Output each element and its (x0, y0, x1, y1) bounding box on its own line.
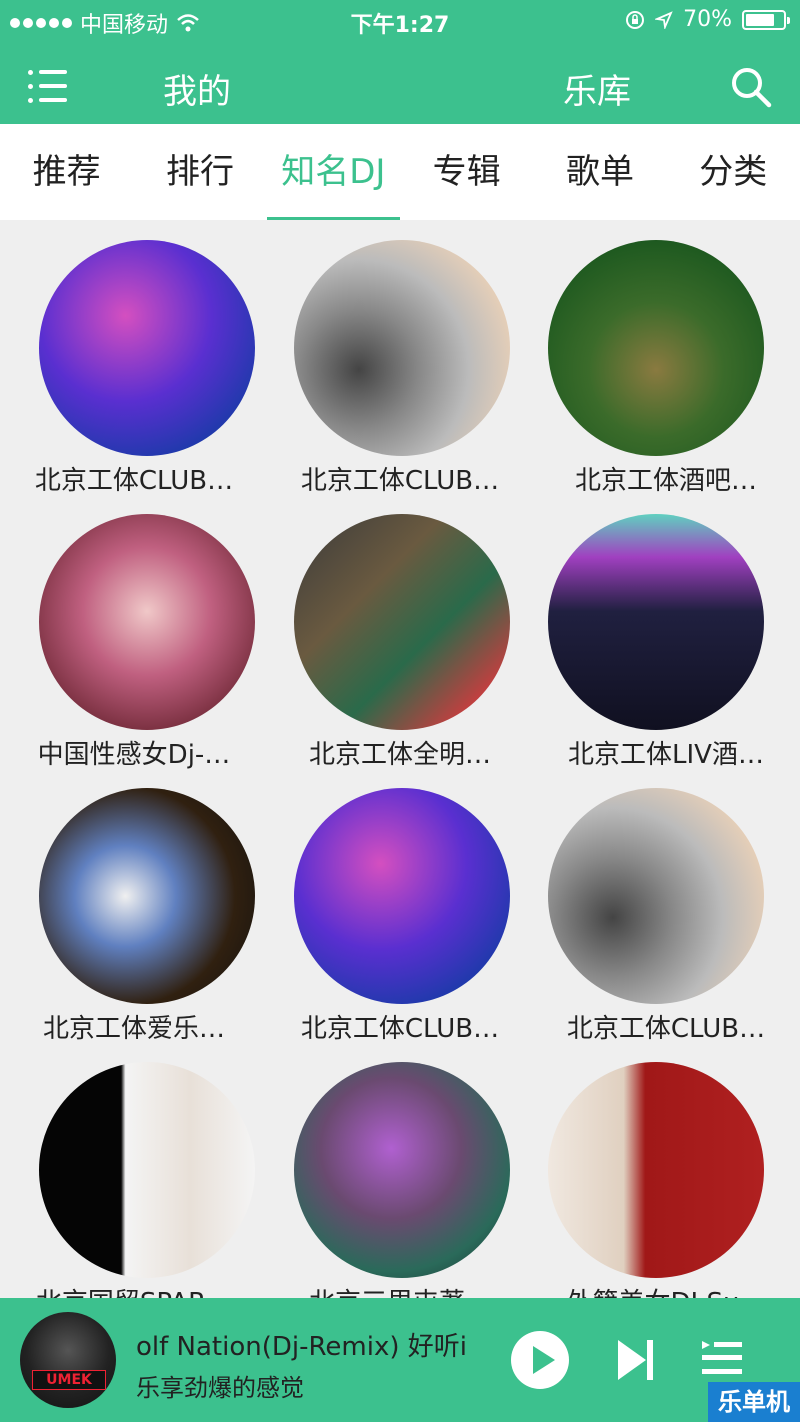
dj-name: 外籍美女DJ Su… (543, 1282, 789, 1298)
album-logo: UMEK (32, 1370, 106, 1390)
dj-card[interactable]: 中国性感女Dj-… (1, 514, 267, 788)
dj-name: 中国性感女Dj-… (37, 740, 231, 770)
dj-card[interactable]: 北京工体酒吧… (533, 240, 799, 514)
dj-card[interactable]: 外籍美女DJ Su… (533, 1062, 799, 1298)
dj-name: 北京工体CLUB… (300, 1014, 500, 1044)
play-icon[interactable] (510, 1330, 570, 1390)
dj-name: 北京工体LIV酒… (568, 740, 764, 770)
dj-avatar[interactable] (294, 514, 510, 730)
dj-card[interactable]: 北京工体CLUB… (1, 240, 267, 514)
dj-name: 北京国贸SPAR… (11, 1282, 257, 1298)
album-art[interactable]: UMEK (20, 1312, 116, 1408)
dj-avatar[interactable] (548, 788, 764, 1004)
track-subtitle: 乐享劲爆的感觉 (136, 1374, 304, 1402)
dj-name: 北京工体CLUB… (34, 466, 234, 496)
dj-name: 北京工体全明… (308, 740, 491, 770)
battery-icon (742, 9, 790, 30)
nav-library[interactable]: 乐库 (563, 64, 631, 113)
dj-card[interactable]: 北京国贸SPAR… (1, 1062, 267, 1298)
tab-recommend[interactable]: 推荐 (0, 124, 133, 220)
dj-name: 北京工体酒吧… (574, 466, 757, 496)
tab-album[interactable]: 专辑 (400, 124, 533, 220)
battery-percent: 70% (683, 7, 732, 32)
next-icon[interactable] (616, 1338, 656, 1382)
dj-avatar[interactable] (294, 240, 510, 456)
track-title: olf Nation(Dj-Remix) 好听i (136, 1332, 467, 1362)
dj-card[interactable]: 北京工体CLUB… (267, 240, 533, 514)
dj-card[interactable]: 北京工体全明… (267, 514, 533, 788)
dj-card[interactable]: 北京工体CLUB… (267, 788, 533, 1062)
nav-mine[interactable]: 我的 (163, 64, 231, 113)
dj-card[interactable]: 北京工体LIV酒… (533, 514, 799, 788)
dj-grid: 北京工体CLUB… 北京工体CLUB… 北京工体酒吧… 中国性感女Dj-… 北京… (0, 220, 800, 1298)
dj-name: 北京三里屯著… (277, 1282, 523, 1298)
dj-avatar[interactable] (39, 240, 255, 456)
dj-avatar[interactable] (548, 240, 764, 456)
menu-icon[interactable] (28, 66, 68, 106)
dj-avatar[interactable] (548, 1062, 764, 1278)
dj-avatar[interactable] (294, 1062, 510, 1278)
queue-icon[interactable] (700, 1338, 744, 1378)
dj-avatar[interactable] (39, 514, 255, 730)
dj-avatar[interactable] (294, 788, 510, 1004)
tab-playlist[interactable]: 歌单 (533, 124, 666, 220)
category-tabs: 推荐 排行 知名DJ 专辑 歌单 分类 (0, 124, 800, 220)
dj-card[interactable]: 北京工体爱乐… (1, 788, 267, 1062)
dj-card[interactable]: 北京三里屯著… (267, 1062, 533, 1298)
dj-name: 北京工体CLUB… (566, 1014, 766, 1044)
dj-avatar[interactable] (39, 1062, 255, 1278)
dj-avatar[interactable] (548, 514, 764, 730)
search-icon[interactable] (730, 66, 772, 108)
status-bar: 中国移动 下午1:27 70% (0, 0, 800, 40)
dj-name: 北京工体CLUB… (300, 466, 500, 496)
location-icon (655, 10, 673, 29)
tab-ranking[interactable]: 排行 (133, 124, 266, 220)
tab-famous-dj[interactable]: 知名DJ (266, 124, 401, 220)
dj-avatar[interactable] (39, 788, 255, 1004)
status-right: 70% (625, 7, 790, 32)
rotation-lock-icon (626, 10, 645, 29)
nav-bar: 我的 乐库 (0, 40, 800, 124)
watermark: 乐单机 (708, 1382, 800, 1422)
mini-player[interactable]: UMEK olf Nation(Dj-Remix) 好听i 乐享劲爆的感觉 乐单… (0, 1298, 800, 1422)
tab-category[interactable]: 分类 (667, 124, 800, 220)
dj-card[interactable]: 北京工体CLUB… (533, 788, 799, 1062)
dj-name: 北京工体爱乐… (42, 1014, 225, 1044)
